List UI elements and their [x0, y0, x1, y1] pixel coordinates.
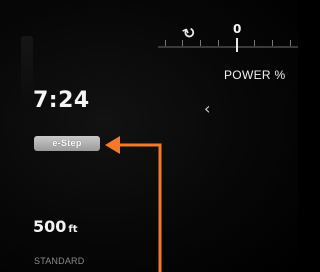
distance-unit: ft — [68, 224, 78, 235]
distance-value: 500 — [33, 217, 67, 236]
power-title: POWER % — [224, 68, 286, 82]
power-scale-tick — [254, 40, 255, 46]
power-meter — [150, 0, 298, 100]
power-scale-tick — [290, 40, 291, 46]
power-scale-line — [158, 46, 298, 48]
left-indicator-strip — [21, 36, 33, 102]
instrument-cluster-screen: 7:24 e-Step 500 ft STANDARD ↻ 0 POWER % ‹ — [0, 0, 298, 272]
left-info-panel: 7:24 e-Step 500 ft STANDARD — [0, 0, 140, 272]
e-step-badge: e-Step — [34, 136, 100, 151]
power-scale-tick — [182, 40, 183, 46]
chevron-left-icon[interactable]: ‹ — [204, 99, 210, 118]
clock-display: 7:24 — [33, 88, 90, 113]
drive-mode-label: STANDARD — [34, 256, 85, 266]
power-scale-tick — [165, 40, 166, 46]
power-zero-label: 0 — [233, 22, 242, 36]
power-scale-tick — [218, 40, 219, 46]
power-zero-tick — [236, 38, 238, 52]
power-scale-tick — [200, 40, 201, 46]
power-scale-tick — [272, 40, 273, 46]
distance-display: 500 ft — [33, 217, 78, 236]
